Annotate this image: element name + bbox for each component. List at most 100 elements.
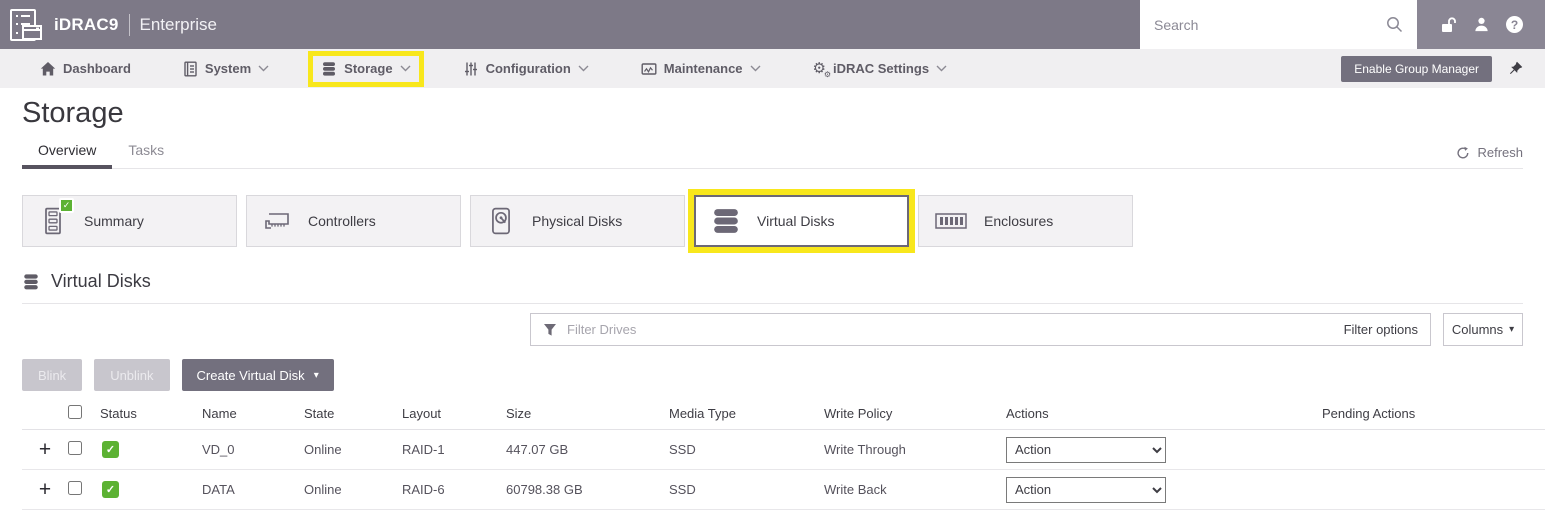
col-header-actions: Actions [1004,406,1320,421]
nav-item-maintenance[interactable]: Maintenance [633,56,769,82]
nav-label: Storage [344,61,392,76]
col-header-name: Name [200,406,302,421]
vd-size: 447.07 GB [504,442,667,457]
tab-overview[interactable]: Overview [22,136,112,168]
tab-tasks[interactable]: Tasks [112,136,180,168]
vd-size: 60798.38 GB [504,482,667,497]
nav-item-system[interactable]: System [175,56,277,82]
enclosure-icon [935,210,967,232]
chevron-down-icon [400,65,411,72]
refresh-icon [1456,146,1470,160]
nav-label: Configuration [486,61,571,76]
card-virtual-disks[interactable]: Virtual Disks [694,195,909,247]
columns-dropdown-button[interactable]: Columns ▾ [1443,313,1523,346]
vd-state: Online [302,442,400,457]
virtual-disks-icon [712,207,740,235]
table-row: + ✓ VD_0 Online RAID-1 447.07 GB SSD Wri… [22,430,1545,470]
card-label: Virtual Disks [757,213,835,229]
card-physical-disks[interactable]: Physical Disks [470,195,685,247]
user-icon[interactable] [1473,16,1490,33]
funnel-icon [543,323,557,337]
vd-media-type: SSD [667,482,822,497]
nav-label: Maintenance [664,61,743,76]
storage-discs-icon [321,61,337,77]
storage-nav-cards: ✓ Summary Controllers [22,195,1523,247]
expand-row-button[interactable]: + [22,439,62,460]
vd-name: VD_0 [200,442,302,457]
col-header-write-policy: Write Policy [822,406,1004,421]
vd-media-type: SSD [667,442,822,457]
nav-item-dashboard[interactable]: Dashboard [32,56,139,82]
col-header-pending-actions: Pending Actions [1320,406,1545,421]
col-header-state: State [302,406,400,421]
search-input[interactable] [1154,17,1376,33]
vd-write-policy: Write Back [822,482,1004,497]
filter-drives-input[interactable] [567,322,1334,337]
create-virtual-disk-label: Create Virtual Disk [197,368,305,383]
pushpin-icon[interactable] [1508,61,1523,76]
nav-label: Dashboard [63,61,131,76]
col-header-size: Size [504,406,667,421]
vd-layout: RAID-1 [400,442,504,457]
top-header: iDRAC9 Enterprise [0,0,1545,49]
nav-right-group: Enable Group Manager [1341,56,1523,82]
search-icon[interactable] [1386,16,1403,33]
create-virtual-disk-button[interactable]: Create Virtual Disk ▾ [182,359,334,391]
row-checkbox[interactable] [68,441,82,455]
card-controllers[interactable]: Controllers [246,195,461,247]
refresh-button[interactable]: Refresh [1456,145,1523,168]
filter-options-link[interactable]: Filter options [1344,322,1418,337]
virtual-disks-section-icon [22,273,40,291]
expand-row-button[interactable]: + [22,479,62,500]
filter-box: Filter options [530,313,1431,346]
chevron-down-icon [578,65,589,72]
nav-label: System [205,61,251,76]
action-select[interactable]: Action [1006,437,1166,463]
card-label: Summary [84,213,144,229]
blink-button[interactable]: Blink [22,359,82,391]
chevron-down-icon [936,65,947,72]
sliders-icon [463,61,479,77]
chevron-down-icon [258,65,269,72]
card-enclosures[interactable]: Enclosures [918,195,1133,247]
enable-group-manager-button[interactable]: Enable Group Manager [1341,56,1492,82]
action-select[interactable]: Action [1006,477,1166,503]
tabs: Overview Tasks [22,136,180,168]
row-checkbox[interactable] [68,481,82,495]
brand-name: iDRAC9 [54,15,119,35]
select-all-checkbox[interactable] [68,405,82,419]
col-header-status: Status [98,406,200,421]
global-search [1140,0,1417,49]
physical-disk-icon [488,207,514,235]
filter-row: Filter options Columns ▾ [530,313,1523,346]
nav-item-idrac-settings[interactable]: ⚙⚙ iDRAC Settings [805,56,956,81]
brand-edition: Enterprise [140,15,217,35]
vd-name: DATA [200,482,302,497]
home-icon [40,61,56,77]
chevron-down-icon [750,65,761,72]
nav-item-configuration[interactable]: Configuration [455,56,597,82]
table-toolbar: Blink Unblink Create Virtual Disk ▾ [22,359,1523,391]
brand: iDRAC9 Enterprise [0,7,217,43]
help-icon[interactable]: ? [1506,16,1523,33]
table-row: + ✓ DATA Online RAID-6 60798.38 GB SSD W… [22,470,1545,510]
system-icon [183,61,198,77]
columns-label: Columns [1452,322,1503,337]
page-title: Storage [22,97,1545,130]
idrac-app: iDRAC9 Enterprise [0,0,1545,503]
caret-down-icon: ▾ [314,370,319,381]
card-summary[interactable]: ✓ Summary [22,195,237,247]
nav-item-storage[interactable]: Storage [313,56,418,82]
unblink-button[interactable]: Unblink [94,359,169,391]
status-ok-badge: ✓ [102,441,119,458]
col-header-media-type: Media Type [667,406,822,421]
col-header-layout: Layout [400,406,504,421]
vd-layout: RAID-6 [400,482,504,497]
nav-label: iDRAC Settings [833,61,929,76]
unlock-icon[interactable] [1439,16,1457,34]
caret-down-icon: ▾ [1509,324,1514,335]
brand-divider [129,14,130,36]
virtual-disks-table: Status Name State Layout Size Media Type… [22,398,1545,510]
section-header: Virtual Disks [22,271,1523,304]
section-title: Virtual Disks [51,271,151,292]
